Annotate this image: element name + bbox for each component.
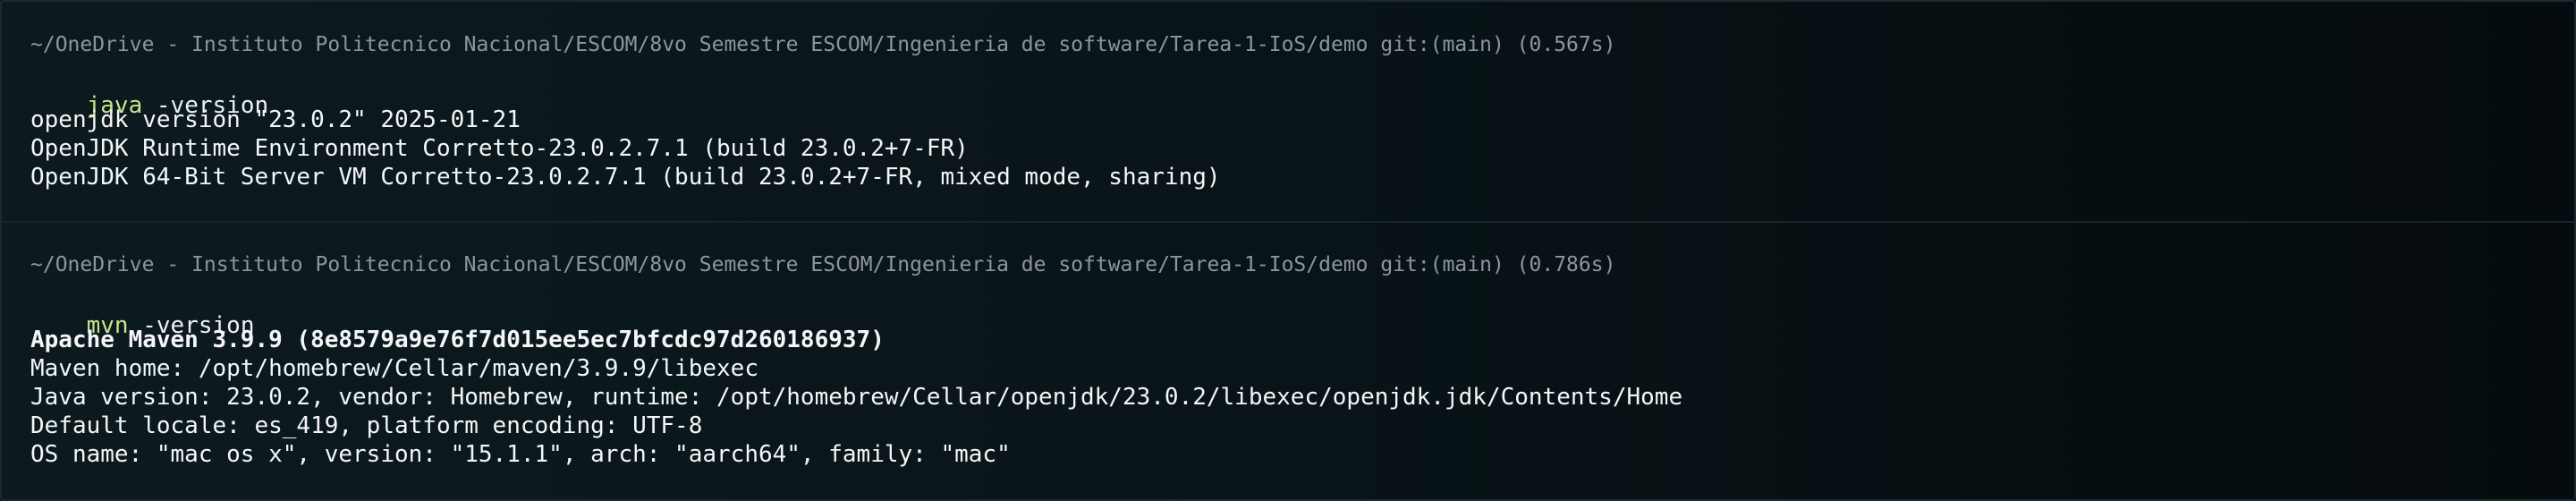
command-block-mvn[interactable]: ~/OneDrive - Instituto Politecnico Nacio… bbox=[0, 222, 2576, 501]
output-line: Apache Maven 3.9.9 (8e8579a9e76f7d015ee5… bbox=[30, 327, 885, 353]
output-line: Maven home: /opt/homebrew/Cellar/maven/3… bbox=[30, 355, 758, 382]
output-line: OS name: "mac os x", version: "15.1.1", … bbox=[30, 441, 1011, 468]
block-prompt: ~/OneDrive - Instituto Politecnico Nacio… bbox=[30, 33, 1616, 56]
block-prompt: ~/OneDrive - Instituto Politecnico Nacio… bbox=[30, 253, 1616, 276]
output-line: Java version: 23.0.2, vendor: Homebrew, … bbox=[30, 384, 1683, 411]
block-command: java -version bbox=[30, 63, 269, 119]
output-line: openjdk version "23.0.2" 2025-01-21 bbox=[30, 106, 521, 133]
block-command: mvn -version bbox=[30, 283, 255, 339]
output-line: Default locale: es_419, platform encodin… bbox=[30, 412, 703, 439]
output-line: OpenJDK Runtime Environment Corretto-23.… bbox=[30, 135, 969, 162]
command-block-java[interactable]: ~/OneDrive - Instituto Politecnico Nacio… bbox=[0, 0, 2576, 222]
output-line: OpenJDK 64-Bit Server VM Corretto-23.0.2… bbox=[30, 164, 1221, 191]
